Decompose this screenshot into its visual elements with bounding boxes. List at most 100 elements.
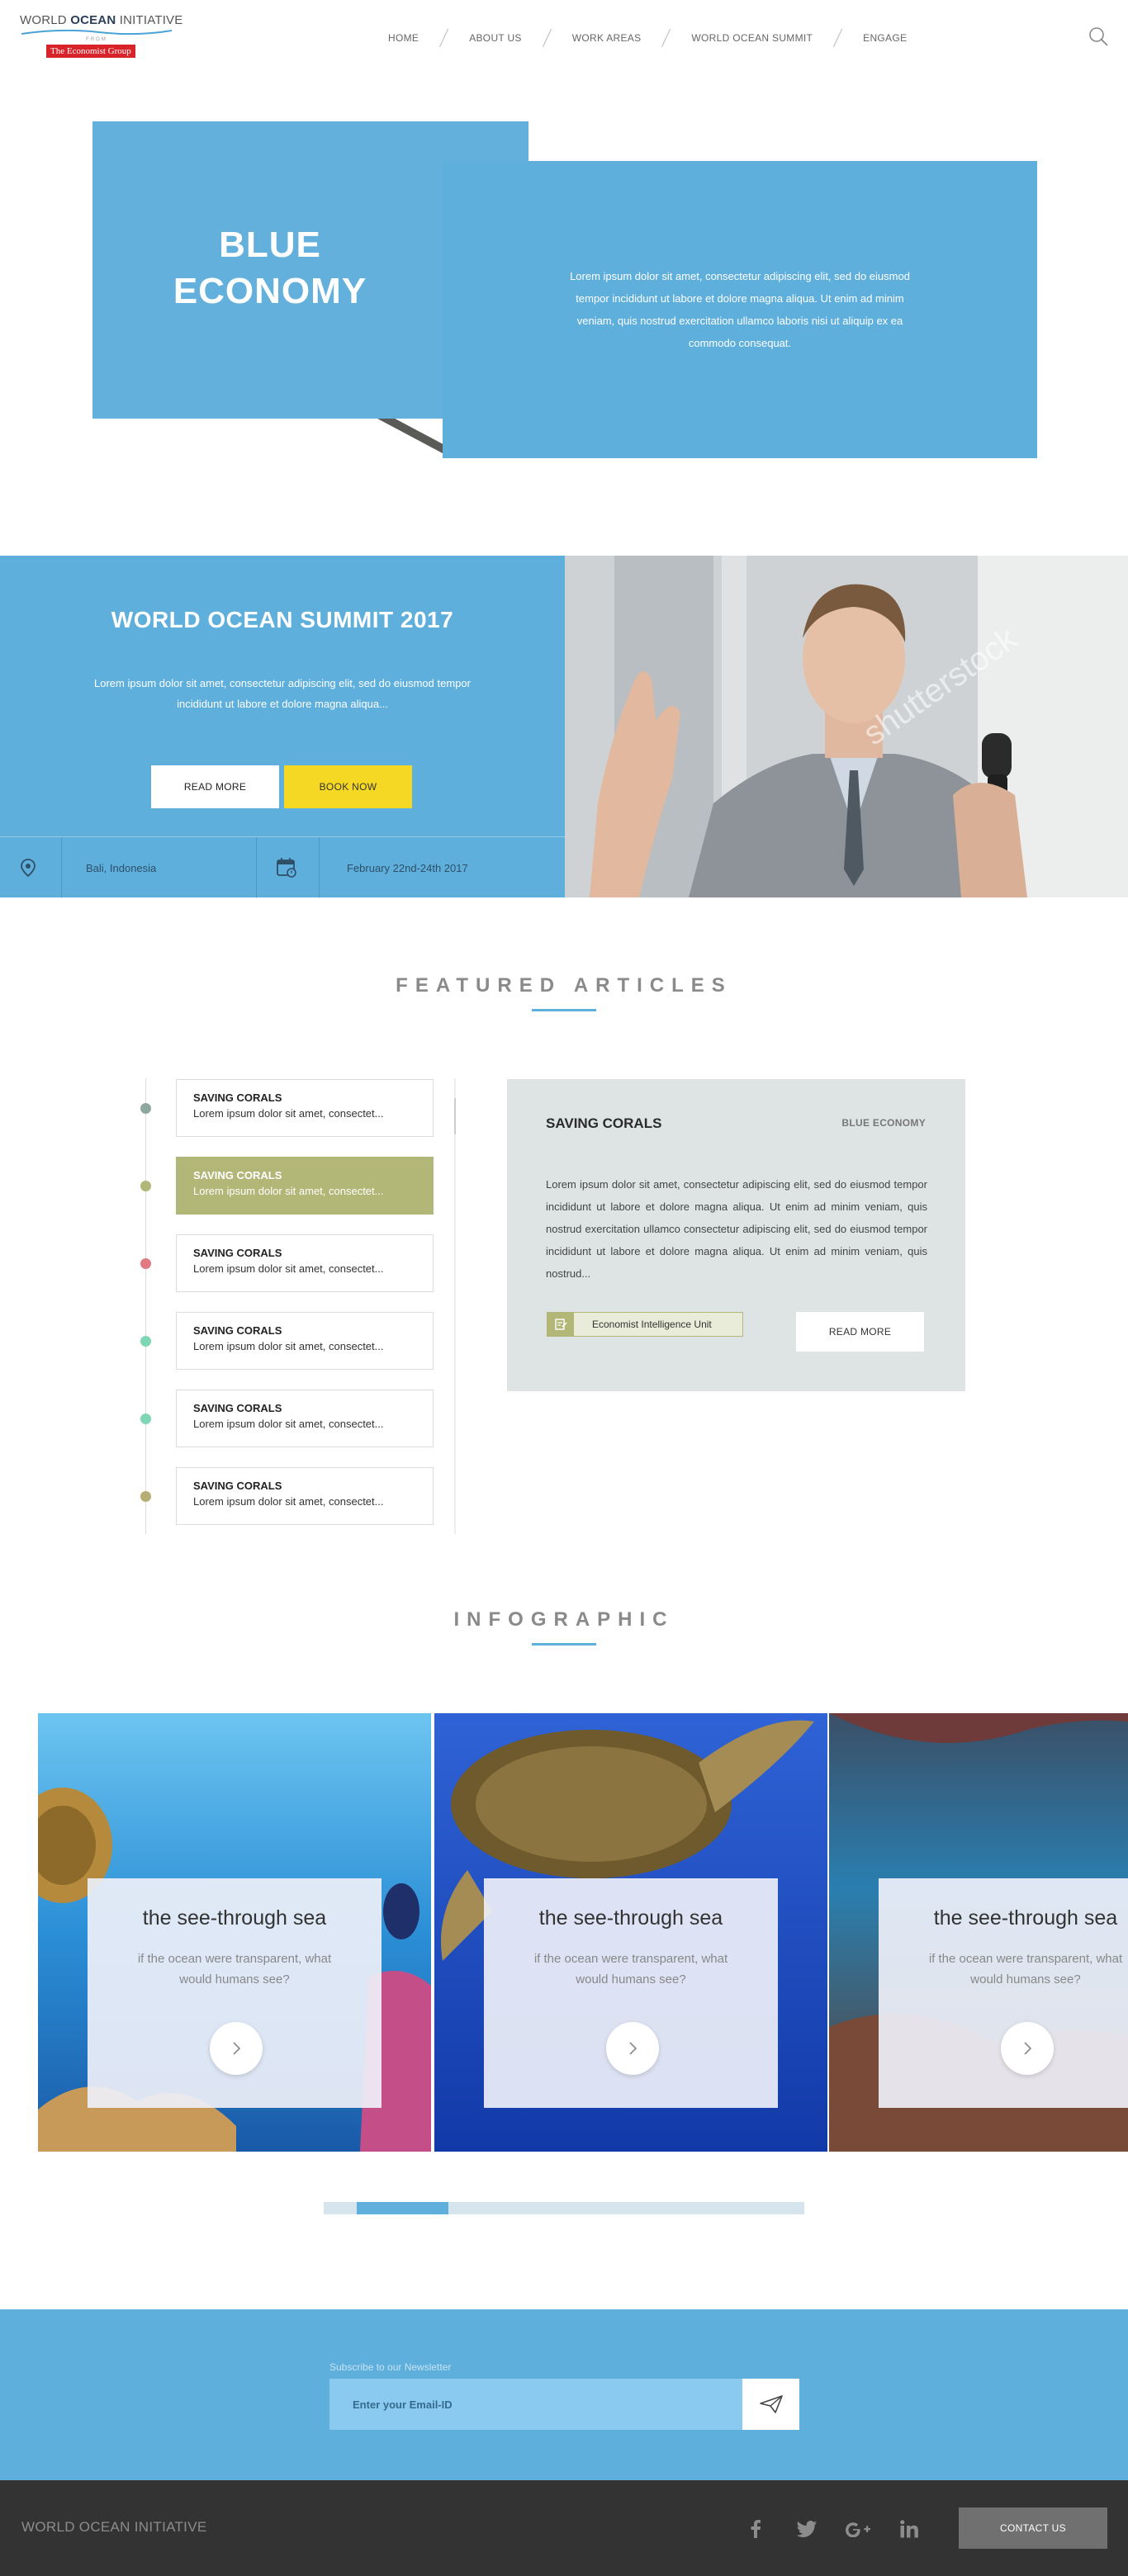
article-list-item-summary: Lorem ipsum dolor sit amet, consectet... (193, 1185, 384, 1197)
calendar-icon (276, 837, 297, 898)
infographic-card-overlay: the see-through sea if the ocean were tr… (484, 1878, 778, 2108)
article-list-item-title: SAVING CORALS (193, 1247, 282, 1259)
timeline-dot[interactable] (140, 1413, 151, 1424)
summit-panel: WORLD OCEAN SUMMIT 2017 Lorem ipsum dolo… (0, 556, 565, 898)
article-list-item-summary: Lorem ipsum dolor sit amet, consectet... (193, 1340, 384, 1352)
hero-title-line1: BLUE (219, 225, 321, 265)
nav-engage[interactable]: ENGAGE (863, 32, 907, 44)
article-list-item-title: SAVING CORALS (193, 1480, 282, 1492)
logo-wordmark: WORLD OCEAN INITIATIVE (20, 13, 183, 27)
infographic-card-title: the see-through sea (933, 1906, 1118, 1930)
article-list-item[interactable]: SAVING CORALS Lorem ipsum dolor sit amet,… (176, 1312, 434, 1370)
nav-world-ocean-summit[interactable]: WORLD OCEAN SUMMIT (691, 32, 813, 44)
logo[interactable]: WORLD OCEAN INITIATIVE FROM The Economis… (20, 13, 183, 58)
site-header: WORLD OCEAN INITIATIVE FROM The Economis… (0, 0, 1128, 76)
contact-us-button[interactable]: CONTACT US (959, 2507, 1107, 2549)
article-list-item-summary: Lorem ipsum dolor sit amet, consectet... (193, 1262, 384, 1275)
infographic-card-text: if the ocean were transparent, what woul… (928, 1952, 1123, 1986)
timeline-dot[interactable] (140, 1103, 151, 1114)
footer-brand: WORLD OCEAN INITIATIVE (21, 2519, 207, 2535)
article-source-name: Economist Intelligence Unit (592, 1319, 712, 1330)
article-list-item-summary: Lorem ipsum dolor sit amet, consectet... (193, 1418, 384, 1430)
article-list-scrollbar[interactable] (454, 1078, 456, 1534)
chevron-right-icon[interactable] (606, 2022, 659, 2075)
nav-home[interactable]: HOME (388, 32, 419, 44)
article-list-item-title: SAVING CORALS (193, 1402, 282, 1414)
book-now-button[interactable]: BOOK NOW (284, 765, 412, 808)
infographic-card[interactable]: the see-through sea if the ocean were tr… (434, 1713, 827, 2152)
article-list-item-title: SAVING CORALS (193, 1169, 282, 1181)
hero-section: BLUE ECONOMY Lorem ipsum dolor sit amet,… (0, 76, 1128, 555)
featured-title-underline (532, 1009, 596, 1011)
nav-about-us[interactable]: ABOUT US (469, 32, 522, 44)
article-detail-title: SAVING CORALS (546, 1115, 662, 1131)
nav-separator (542, 28, 552, 48)
article-list-item[interactable]: SAVING CORALS Lorem ipsum dolor sit amet,… (176, 1234, 434, 1292)
info-divider (61, 837, 62, 898)
newsletter-email-input[interactable] (329, 2379, 742, 2430)
infographic-card-overlay: the see-through sea if the ocean were tr… (88, 1878, 382, 2108)
timeline-dot[interactable] (140, 1258, 151, 1269)
infographic-title: INFOGRAPHIC (453, 1608, 675, 1631)
carousel-progress-track[interactable] (324, 2202, 804, 2214)
article-list-item-title: SAVING CORALS (193, 1091, 282, 1104)
article-list-item-title: SAVING CORALS (193, 1324, 282, 1337)
article-source-badge[interactable]: Economist Intelligence Unit (547, 1312, 743, 1337)
search-icon[interactable] (1087, 25, 1110, 48)
summit-speaker-photo: shutterstock (565, 556, 1128, 897)
timeline-line (145, 1078, 146, 1534)
nav-work-areas[interactable]: WORK AREAS (572, 32, 642, 44)
article-detail-text: Lorem ipsum dolor sit amet, consectetur … (546, 1178, 927, 1280)
linkedin-icon[interactable] (895, 2515, 923, 2543)
summit-date: February 22nd-24th 2017 (347, 861, 468, 874)
main-nav: HOME ABOUT US WORK AREAS WORLD OCEAN SUM… (388, 28, 907, 48)
newsletter-send-button[interactable] (742, 2379, 799, 2430)
article-list-item[interactable]: SAVING CORALS Lorem ipsum dolor sit amet,… (176, 1390, 434, 1447)
newsletter-section: Subscribe to our Newsletter (0, 2309, 1128, 2480)
timeline-dot[interactable] (140, 1491, 151, 1502)
infographic-card[interactable]: the see-through sea if the ocean were tr… (38, 1713, 431, 2152)
economist-group-badge: The Economist Group (46, 45, 135, 58)
infographic-title-underline (532, 1643, 596, 1646)
facebook-icon[interactable] (742, 2515, 770, 2543)
article-list-item[interactable]: SAVING CORALS Lorem ipsum dolor sit amet,… (176, 1467, 434, 1525)
infographic-card-text: if the ocean were transparent, what woul… (533, 1952, 728, 1986)
infographic-card-title: the see-through sea (538, 1906, 723, 1930)
chevron-right-icon[interactable] (1001, 2022, 1054, 2075)
info-divider (319, 837, 320, 898)
nav-separator (439, 28, 449, 48)
article-detail-card: SAVING CORALS BLUE ECONOMY Lorem ipsum d… (507, 1079, 965, 1391)
paper-plane-icon (759, 2395, 783, 2413)
newsletter-label: Subscribe to our Newsletter (329, 2361, 452, 2373)
summit-description: Lorem ipsum dolor sit amet, consectetur … (94, 677, 471, 710)
logo-wave-icon (21, 29, 173, 36)
hero-description: Lorem ipsum dolor sit amet, consectetur … (570, 270, 910, 349)
timeline-dot[interactable] (140, 1181, 151, 1191)
infographic-card[interactable]: the see-through sea if the ocean were tr… (829, 1713, 1128, 2152)
twitter-icon[interactable] (793, 2515, 821, 2543)
infographic-card-title: the see-through sea (142, 1906, 327, 1930)
article-list-item-summary: Lorem ipsum dolor sit amet, consectet... (193, 1495, 384, 1508)
google-plus-icon[interactable] (844, 2515, 872, 2543)
document-edit-icon (547, 1313, 574, 1336)
logo-from: FROM (86, 37, 107, 42)
article-list-scroll-thumb[interactable] (454, 1098, 456, 1134)
featured-articles-title: FEATURED ARTICLES (396, 974, 732, 997)
summit-read-more-button[interactable]: READ MORE (151, 765, 279, 808)
location-pin-icon (18, 837, 38, 898)
article-list-item[interactable]: SAVING CORALS Lorem ipsum dolor sit amet,… (176, 1079, 434, 1137)
summit-info-bar: Bali, Indonesia February 22nd-24th 2017 (0, 836, 565, 898)
hero-title: BLUE ECONOMY (92, 222, 448, 315)
infographic-card-overlay: the see-through sea if the ocean were tr… (879, 1878, 1128, 2108)
article-list-item-summary: Lorem ipsum dolor sit amet, consectet... (193, 1107, 384, 1120)
timeline-dot[interactable] (140, 1336, 151, 1347)
article-list-item[interactable]: SAVING CORALS Lorem ipsum dolor sit amet,… (176, 1157, 434, 1215)
chevron-right-icon[interactable] (210, 2022, 263, 2075)
carousel-progress-fill[interactable] (357, 2202, 448, 2214)
summit-location: Bali, Indonesia (86, 861, 157, 874)
info-divider (256, 837, 257, 898)
summit-section: WORLD OCEAN SUMMIT 2017 Lorem ipsum dolo… (0, 556, 1128, 898)
nav-separator (833, 28, 843, 48)
article-read-more-button[interactable]: READ MORE (796, 1312, 924, 1352)
article-category-tag[interactable]: BLUE ECONOMY (841, 1117, 926, 1129)
